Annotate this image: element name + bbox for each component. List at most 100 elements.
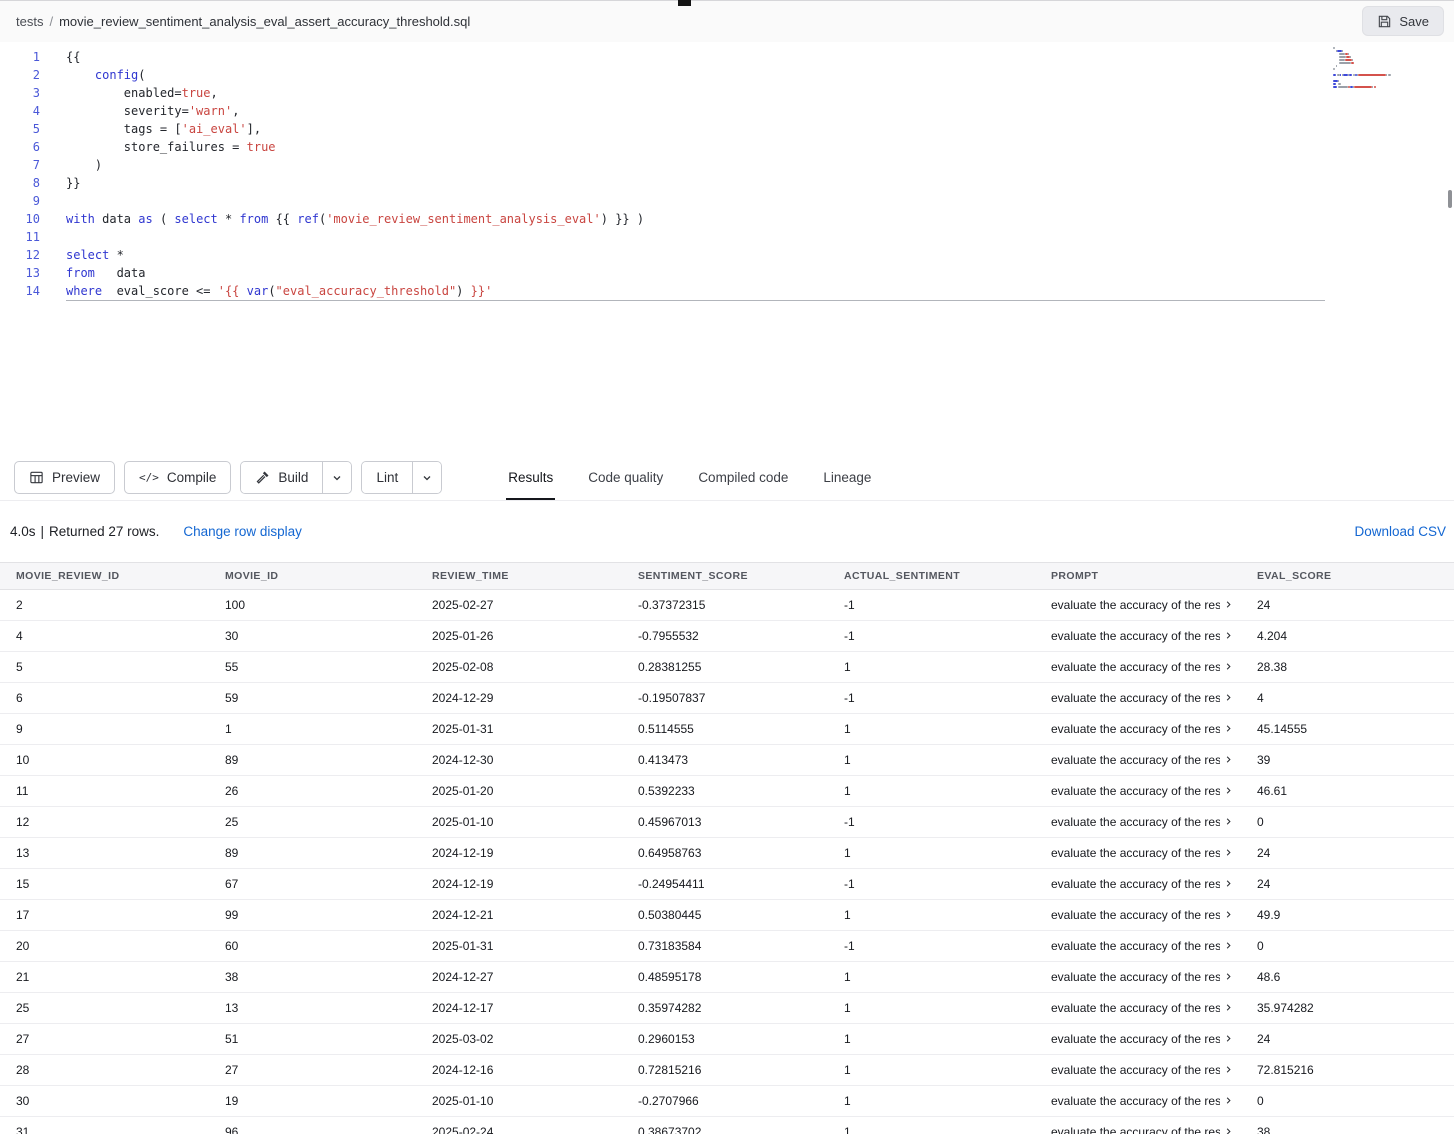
change-row-display-link[interactable]: Change row display <box>183 524 302 539</box>
code-line[interactable]: 6 store_failures = true <box>0 138 1454 156</box>
cell-eval_score: 24 <box>1241 1023 1454 1054</box>
chevron-right-icon[interactable] <box>1224 879 1233 888</box>
chevron-right-icon[interactable] <box>1224 631 1233 640</box>
chevron-right-icon[interactable] <box>1224 941 1233 950</box>
cell-eval_score: 24 <box>1241 837 1454 868</box>
code-line[interactable]: 8}} <box>0 174 1454 192</box>
table-row[interactable]: 25132024-12-170.359742821evaluate the ac… <box>0 992 1454 1023</box>
editor-scrollbar[interactable] <box>1448 190 1452 208</box>
cell-actual_sentiment: 1 <box>828 1116 1035 1134</box>
table-row[interactable]: 17992024-12-210.503804451evaluate the ac… <box>0 899 1454 930</box>
code-line-text: config( <box>40 66 146 84</box>
chevron-right-icon[interactable] <box>1224 662 1233 671</box>
cell-movie_review_id: 15 <box>0 868 209 899</box>
window-top-notch <box>678 0 691 6</box>
chevron-right-icon[interactable] <box>1224 1065 1233 1074</box>
table-row[interactable]: 21382024-12-270.485951781evaluate the ac… <box>0 961 1454 992</box>
lint-dropdown-button[interactable] <box>412 462 441 493</box>
cell-movie_review_id: 30 <box>0 1085 209 1116</box>
cell-prompt: evaluate the accuracy of the res... <box>1035 744 1241 775</box>
chevron-right-icon[interactable] <box>1224 600 1233 609</box>
minimap[interactable] <box>1333 47 1445 89</box>
cell-prompt: evaluate the accuracy of the res... <box>1035 713 1241 744</box>
tab-compiled-code[interactable]: Compiled code <box>696 455 790 500</box>
chevron-right-icon[interactable] <box>1224 817 1233 826</box>
table-row[interactable]: 4302025-01-26-0.7955532-1evaluate the ac… <box>0 620 1454 651</box>
table-row[interactable]: 6592024-12-29-0.19507837-1evaluate the a… <box>0 682 1454 713</box>
code-line[interactable]: 11 <box>0 228 1454 246</box>
table-row[interactable]: 13892024-12-190.649587631evaluate the ac… <box>0 837 1454 868</box>
code-line[interactable]: 7 ) <box>0 156 1454 174</box>
cell-movie_review_id: 11 <box>0 775 209 806</box>
code-line[interactable]: 5 tags = ['ai_eval'], <box>0 120 1454 138</box>
column-header-sentiment_score: SENTIMENT_SCORE <box>622 563 828 589</box>
code-editor[interactable]: 1{{2 config(3 enabled=true,4 severity='w… <box>0 42 1454 455</box>
results-tabs: Results Code quality Compiled code Lineage <box>506 455 873 500</box>
save-button[interactable]: Save <box>1362 6 1444 36</box>
cell-review_time: 2024-12-30 <box>416 744 622 775</box>
column-header-movie_review_id: MOVIE_REVIEW_ID <box>0 563 209 589</box>
table-row[interactable]: 11262025-01-200.53922331evaluate the acc… <box>0 775 1454 806</box>
lint-button[interactable]: Lint <box>362 462 412 493</box>
table-row[interactable]: 15672024-12-19-0.24954411-1evaluate the … <box>0 868 1454 899</box>
preview-button[interactable]: Preview <box>14 461 115 494</box>
tab-results[interactable]: Results <box>506 455 555 500</box>
chevron-right-icon[interactable] <box>1224 786 1233 795</box>
table-row[interactable]: 21002025-02-27-0.37372315-1evaluate the … <box>0 589 1454 620</box>
download-csv-link[interactable]: Download CSV <box>1354 524 1446 539</box>
table-row[interactable]: 28272024-12-160.728152161evaluate the ac… <box>0 1054 1454 1085</box>
code-line[interactable]: 10with data as ( select * from {{ ref('m… <box>0 210 1454 228</box>
chevron-right-icon[interactable] <box>1224 1096 1233 1105</box>
tab-code-quality[interactable]: Code quality <box>586 455 665 500</box>
table-row[interactable]: 12252025-01-100.45967013-1evaluate the a… <box>0 806 1454 837</box>
code-line[interactable]: 4 severity='warn', <box>0 102 1454 120</box>
line-number: 2 <box>0 66 40 84</box>
prompt-preview-text: evaluate the accuracy of the res... <box>1051 784 1220 798</box>
chevron-right-icon[interactable] <box>1224 1034 1233 1043</box>
tab-lineage[interactable]: Lineage <box>821 455 873 500</box>
build-dropdown-button[interactable] <box>322 462 351 493</box>
table-row[interactable]: 30192025-01-10-0.27079661evaluate the ac… <box>0 1085 1454 1116</box>
table-row[interactable]: 5552025-02-080.283812551evaluate the acc… <box>0 651 1454 682</box>
cell-actual_sentiment: -1 <box>828 806 1035 837</box>
table-row[interactable]: 20602025-01-310.73183584-1evaluate the a… <box>0 930 1454 961</box>
code-line[interactable]: 13from data <box>0 264 1454 282</box>
line-number: 5 <box>0 120 40 138</box>
code-line[interactable]: 9 <box>0 192 1454 210</box>
floppy-save-icon <box>1377 14 1392 29</box>
code-line[interactable]: 12select * <box>0 246 1454 264</box>
minimap-line <box>1333 56 1445 58</box>
code-line[interactable]: 14where eval_score <= '{{ var("eval_accu… <box>0 282 1454 300</box>
compile-button[interactable]: </> Compile <box>124 461 231 494</box>
chevron-right-icon[interactable] <box>1224 724 1233 733</box>
breadcrumb-folder[interactable]: tests <box>16 14 43 29</box>
cell-eval_score: 46.61 <box>1241 775 1454 806</box>
breadcrumb: tests / movie_review_sentiment_analysis_… <box>16 14 470 29</box>
cell-movie_id: 30 <box>209 620 416 651</box>
chevron-right-icon[interactable] <box>1224 693 1233 702</box>
chevron-right-icon[interactable] <box>1224 755 1233 764</box>
table-row[interactable]: 31962025-02-240.386737021evaluate the ac… <box>0 1116 1454 1134</box>
chevron-right-icon[interactable] <box>1224 1003 1233 1012</box>
cell-eval_score: 0 <box>1241 1085 1454 1116</box>
cell-prompt: evaluate the accuracy of the res... <box>1035 589 1241 620</box>
prompt-preview-text: evaluate the accuracy of the res... <box>1051 939 1220 953</box>
build-button[interactable]: Build <box>241 462 322 493</box>
cell-prompt: evaluate the accuracy of the res... <box>1035 930 1241 961</box>
table-row[interactable]: 27512025-03-020.29601531evaluate the acc… <box>0 1023 1454 1054</box>
cell-movie_review_id: 4 <box>0 620 209 651</box>
chevron-right-icon[interactable] <box>1224 848 1233 857</box>
chevron-right-icon[interactable] <box>1224 972 1233 981</box>
code-line[interactable]: 3 enabled=true, <box>0 84 1454 102</box>
prompt-preview-text: evaluate the accuracy of the res... <box>1051 1125 1220 1134</box>
chevron-right-icon[interactable] <box>1224 910 1233 919</box>
prompt-preview-text: evaluate the accuracy of the res... <box>1051 877 1220 891</box>
code-line[interactable]: 2 config( <box>0 66 1454 84</box>
chevron-right-icon[interactable] <box>1224 1127 1233 1134</box>
table-row[interactable]: 912025-01-310.51145551evaluate the accur… <box>0 713 1454 744</box>
code-line[interactable]: 1{{ <box>0 48 1454 66</box>
minimap-line <box>1333 65 1445 67</box>
code-line-text: select * <box>40 246 124 264</box>
prompt-preview-text: evaluate the accuracy of the res... <box>1051 753 1220 767</box>
table-row[interactable]: 10892024-12-300.4134731evaluate the accu… <box>0 744 1454 775</box>
